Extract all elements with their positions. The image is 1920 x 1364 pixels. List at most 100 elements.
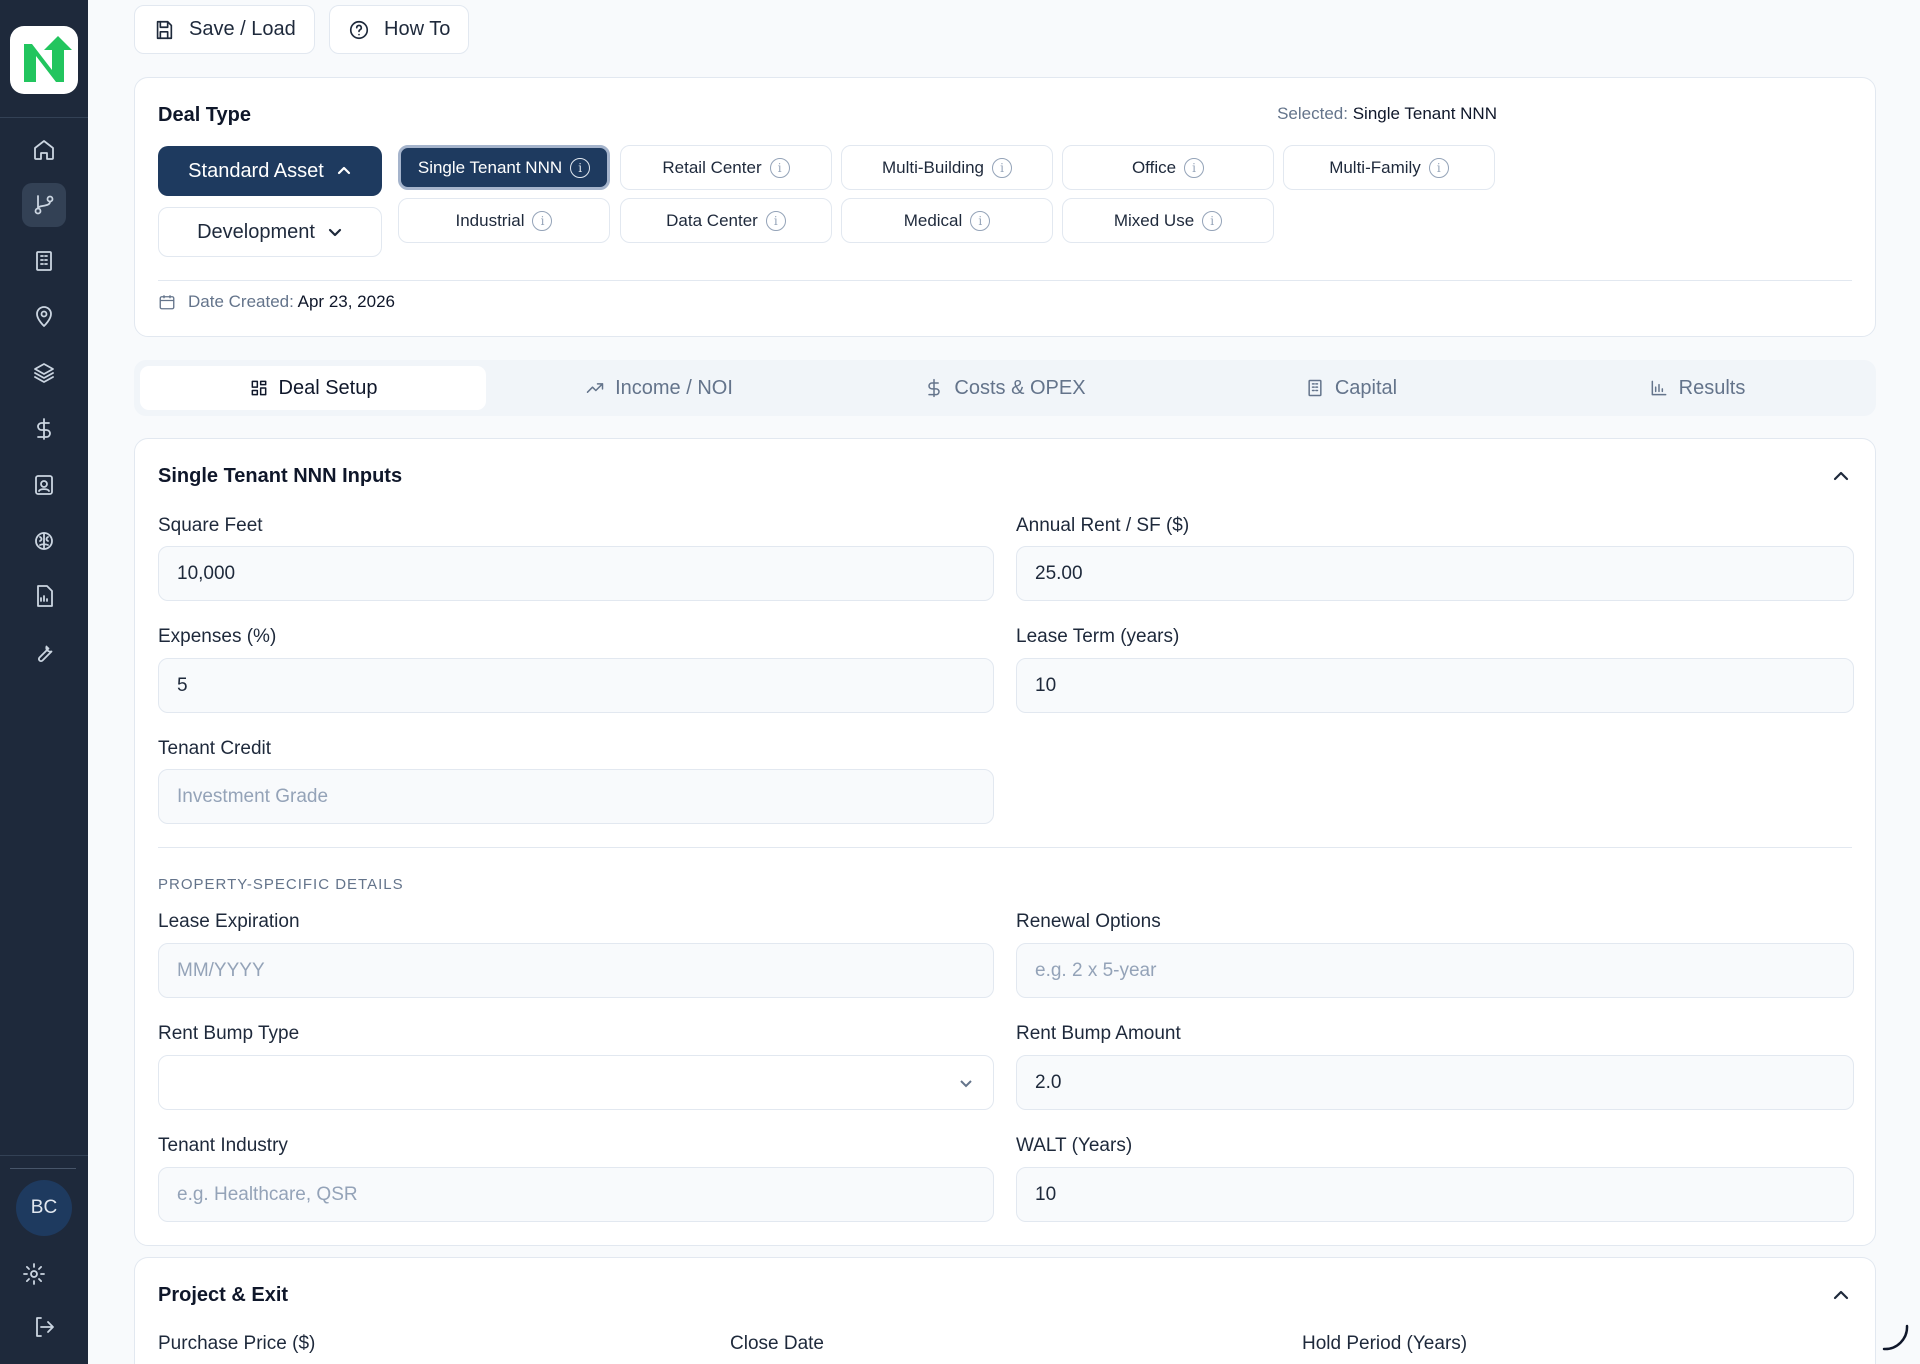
chip-retail-center[interactable]: Retail Center i <box>620 145 832 190</box>
project-exit-title: Project & Exit <box>158 1284 289 1306</box>
lease-term-input[interactable]: 10 <box>1016 658 1854 713</box>
sidebar-item-properties[interactable] <box>22 239 66 283</box>
deal-type-card: Deal Type Selected: Single Tenant NNN St… <box>134 77 1876 337</box>
chip-multi-building[interactable]: Multi-Building i <box>841 145 1053 190</box>
tab-label: Results <box>1678 376 1746 399</box>
date-created-value: Apr 23, 2026 <box>297 292 395 311</box>
rent-bump-type-label: Rent Bump Type <box>158 1023 300 1044</box>
chip-industrial[interactable]: Industrial i <box>398 198 610 243</box>
rent-bump-type-select[interactable] <box>158 1055 994 1110</box>
inputs-section-title: Single Tenant NNN Inputs <box>158 465 403 487</box>
chip-label: Retail Center <box>662 157 762 177</box>
how-to-button[interactable]: How To <box>329 5 470 54</box>
single-tenant-inputs-card: Single Tenant NNN Inputs Square Feet 10,… <box>134 438 1876 1246</box>
chip-multi-family[interactable]: Multi-Family i <box>1283 145 1495 190</box>
rent-bump-amount-input[interactable]: 2.0 <box>1016 1055 1854 1110</box>
building-icon <box>1308 379 1322 397</box>
square-feet-label: Square Feet <box>158 515 263 536</box>
sidebar-item-layers[interactable] <box>22 351 66 395</box>
walt-input[interactable]: 10 <box>1016 1167 1854 1222</box>
tenant-credit-input[interactable]: Investment Grade <box>158 769 994 824</box>
tenant-industry-input[interactable]: e.g. Healthcare, QSR <box>158 1167 994 1222</box>
home-icon <box>34 140 54 160</box>
info-icon[interactable]: i <box>970 210 991 231</box>
avatar[interactable]: BC <box>16 1180 72 1236</box>
lease-expiration-input[interactable]: MM/YYYY <box>158 943 994 998</box>
how-to-label: How To <box>384 18 451 40</box>
tab-income-noi[interactable]: Income / NOI <box>486 366 832 410</box>
property-details-caption: PROPERTY-SPECIFIC DETAILS <box>158 876 404 893</box>
sidebar-item-finance[interactable] <box>22 407 66 451</box>
report-icon <box>37 585 53 607</box>
tab-results[interactable]: Results <box>1524 366 1870 410</box>
renewal-options-input[interactable]: e.g. 2 x 5-year <box>1016 943 1854 998</box>
chip-mixed-use[interactable]: Mixed Use i <box>1062 198 1274 243</box>
sidebar-item-map[interactable] <box>22 295 66 339</box>
tab-capital[interactable]: Capital <box>1178 366 1524 410</box>
layers-icon <box>34 363 54 383</box>
sidebar-item-ai[interactable] <box>22 519 66 563</box>
sidebar-item-contacts[interactable] <box>22 463 66 507</box>
logo-icon <box>24 36 72 82</box>
chip-single-tenant-nnn[interactable]: Single Tenant NNN i <box>398 145 610 190</box>
development-label: Development <box>197 220 315 243</box>
chip-data-center[interactable]: Data Center i <box>620 198 832 243</box>
contact-icon <box>35 475 53 495</box>
selected-prefix: Selected: <box>1277 104 1348 123</box>
annual-rent-label: Annual Rent / SF ($) <box>1016 515 1190 536</box>
info-icon[interactable]: i <box>1184 157 1205 178</box>
purchase-price-label: Purchase Price ($) <box>158 1333 316 1354</box>
info-icon[interactable]: i <box>570 157 591 178</box>
date-created: Date Created: Apr 23, 2026 <box>158 292 395 312</box>
info-icon[interactable]: i <box>1428 157 1449 178</box>
info-icon[interactable]: i <box>769 157 790 178</box>
expenses-input[interactable]: 5 <box>158 658 994 713</box>
standard-asset-label: Standard Asset <box>188 159 324 182</box>
selected-deal-type: Selected: Single Tenant NNN <box>1277 104 1497 124</box>
sidebar-item-tools[interactable] <box>22 630 66 674</box>
collapse-button[interactable] <box>1831 1285 1851 1305</box>
sidebar-item-deals[interactable] <box>22 183 66 227</box>
square-feet-input[interactable]: 10,000 <box>158 546 994 601</box>
tenant-credit-label: Tenant Credit <box>158 738 272 759</box>
info-icon[interactable]: i <box>532 210 553 231</box>
sidebar-divider <box>0 117 88 118</box>
chevron-down-icon <box>957 1074 975 1092</box>
logout-icon <box>36 1317 54 1337</box>
lease-expiration-label: Lease Expiration <box>158 911 300 932</box>
chip-office[interactable]: Office i <box>1062 145 1274 190</box>
trending-up-icon <box>586 383 604 393</box>
app-logo[interactable] <box>10 26 78 94</box>
chip-medical[interactable]: Medical i <box>841 198 1053 243</box>
tab-deal-setup[interactable]: Deal Setup <box>140 366 486 410</box>
info-icon[interactable]: i <box>1202 210 1223 231</box>
wrench-icon <box>38 645 53 662</box>
rent-bump-amount-label: Rent Bump Amount <box>1016 1023 1181 1044</box>
date-created-label: Date Created: <box>188 292 294 311</box>
brain-icon <box>35 532 53 550</box>
tab-costs-opex[interactable]: Costs & OPEX <box>832 366 1178 410</box>
save-icon <box>156 20 173 39</box>
building-icon <box>36 251 52 271</box>
close-date-label: Close Date <box>730 1333 824 1354</box>
annual-rent-input[interactable]: 25.00 <box>1016 546 1854 601</box>
development-button[interactable]: Development <box>158 207 382 257</box>
grid-icon <box>251 380 266 396</box>
settings-button[interactable] <box>12 1252 56 1296</box>
info-icon[interactable]: i <box>765 210 786 231</box>
sidebar-item-reports[interactable] <box>22 574 66 618</box>
save-load-button[interactable]: Save / Load <box>134 5 315 54</box>
collapse-button[interactable] <box>1831 466 1851 486</box>
logout-button[interactable] <box>22 1305 66 1349</box>
standard-asset-button[interactable]: Standard Asset <box>158 146 382 196</box>
tab-label: Costs & OPEX <box>954 376 1086 399</box>
info-icon[interactable]: i <box>992 157 1013 178</box>
calendar-icon <box>159 295 175 310</box>
sidebar-divider <box>0 1155 88 1156</box>
tenant-industry-label: Tenant Industry <box>158 1135 288 1156</box>
deal-type-title: Deal Type <box>158 104 251 126</box>
chip-label: Mixed Use <box>1113 210 1195 230</box>
sidebar-item-home[interactable] <box>22 128 66 172</box>
selected-value: Single Tenant NNN <box>1352 104 1497 123</box>
save-load-label: Save / Load <box>189 18 296 40</box>
